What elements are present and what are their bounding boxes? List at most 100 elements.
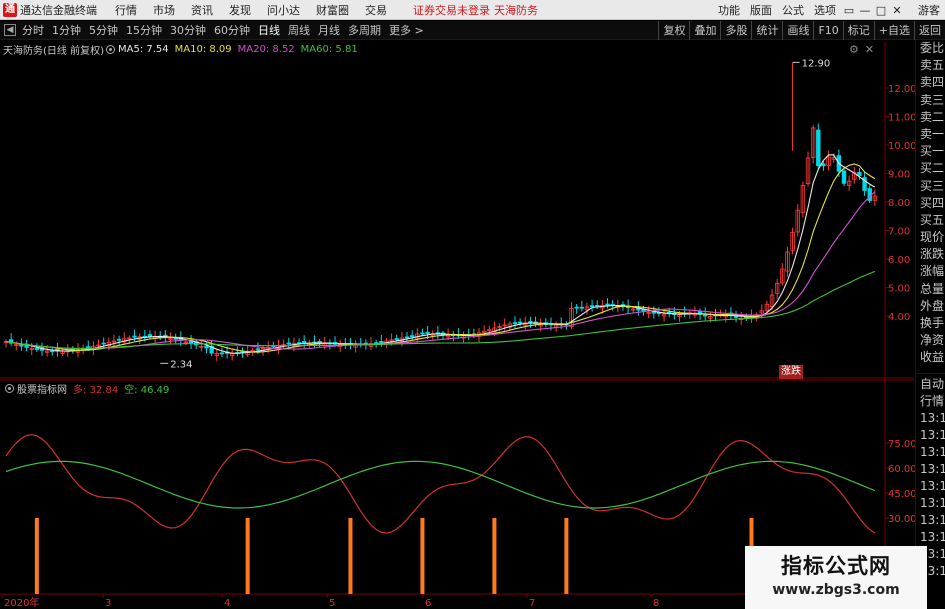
quote-label: 现价	[920, 230, 945, 245]
quote-side-panel: 委比 卖五 卖四 卖三 卖二 卖一 买一 买二 买三 买四 买五 现价 涨跌 涨幅 总量 外盘 换手 净资 收益 自…	[915, 40, 945, 609]
candle-body	[147, 334, 153, 337]
tick-time-label: 13:11	[920, 444, 945, 459]
quote-label: 卖四	[920, 75, 945, 90]
zhangdie-badge: 涨跌	[779, 365, 803, 379]
ma5-line	[5, 154, 876, 354]
date-axis-label: 3	[105, 598, 111, 609]
ma10-label: MA10: 8.09	[174, 43, 232, 55]
tick-time-label: 13:11	[920, 529, 945, 544]
candle-body	[219, 352, 225, 355]
candle-body	[857, 172, 862, 176]
quote-label: 净资	[920, 333, 945, 348]
candle-body	[867, 188, 872, 201]
indicator-axis-label: 75.00	[888, 439, 917, 450]
moving-average-lines	[5, 154, 876, 354]
watermark-title: 指标公式网	[781, 554, 891, 578]
tick-time-label: 13:11	[920, 512, 945, 527]
quote-label: 买二	[920, 161, 945, 176]
indicator-settings-icon[interactable]	[5, 383, 14, 393]
quote-label: 卖一	[920, 126, 945, 141]
low-price-label: 2.34	[170, 359, 192, 370]
signal-bars	[34, 518, 754, 594]
price-axis-label: 9.00	[888, 170, 910, 181]
price-axis-label: 12.00	[888, 84, 917, 95]
buy-signal-bar	[34, 518, 39, 594]
candle-body	[394, 338, 399, 341]
bear-line	[5, 460, 876, 509]
close-panel-icon[interactable]: ✕	[865, 43, 874, 56]
candle-body	[286, 342, 291, 345]
quote-labels-top: 委比 卖五 卖四 卖三 卖二 卖一 买一 买二 买三 买四 买五 现价 涨跌 涨幅 总量 外盘 换手 净资 收益	[916, 40, 945, 367]
tick-time-label: 行情	[920, 393, 945, 408]
candle-body	[301, 341, 307, 344]
indicator-axis-label: 30.00	[888, 514, 917, 525]
candle-body	[579, 306, 585, 309]
peak-price-label: 12.90	[802, 58, 831, 69]
buy-signal-bar	[348, 518, 353, 594]
buy-signal-bar	[420, 518, 425, 594]
tick-time-label: 自动	[920, 376, 945, 391]
quote-label: 买四	[920, 195, 945, 210]
candle-body	[409, 335, 415, 338]
price-axis-label: 11.00	[888, 113, 917, 124]
date-axis-label: 7	[529, 598, 535, 609]
tick-time-label: 13:11	[920, 478, 945, 493]
buy-signal-bar	[245, 518, 250, 594]
candle-body	[816, 129, 821, 167]
candle-body	[34, 348, 40, 350]
trading-terminal: { "app": {"title": "通达信金融终端", "logo_glyp…	[0, 0, 945, 609]
quote-label: 买五	[920, 212, 945, 227]
indicator-axis-label: 45.00	[888, 489, 917, 500]
candle-body	[19, 344, 24, 347]
date-axis-label: 6	[425, 598, 431, 609]
price-axis-label: 10.00	[888, 141, 917, 152]
indicator-bull-label: 多: 32.84	[73, 384, 119, 396]
quote-label: 总量	[920, 281, 945, 296]
quote-label: 委比	[920, 41, 945, 55]
candle-body	[255, 348, 261, 351]
candle-body	[420, 332, 425, 335]
candle-body	[132, 335, 137, 338]
ma20-line	[5, 191, 876, 350]
candle-body	[425, 331, 430, 334]
candle-body	[595, 305, 600, 307]
quote-label: 涨幅	[920, 264, 945, 279]
date-axis-label: 5	[329, 598, 335, 609]
price-axis-label: 8.00	[888, 198, 910, 209]
indicator-axis-label: 60.00	[888, 464, 917, 475]
bull-line	[5, 434, 876, 534]
buy-signal-bar	[492, 518, 497, 594]
quote-label: 买一	[920, 144, 945, 159]
quote-label: 买三	[920, 178, 945, 193]
quote-label: 涨跌	[920, 247, 945, 262]
candle-body	[517, 321, 523, 324]
ma20-label: MA20: 8.52	[237, 43, 295, 55]
chart-grid	[0, 42, 914, 598]
candle-body	[101, 342, 106, 345]
candle-body	[116, 338, 122, 341]
quote-label: 换手	[920, 316, 945, 330]
quote-label: 外盘	[920, 298, 945, 313]
candle-body	[50, 350, 55, 353]
indicator-info-row: 股票指标网 多: 32.84 空: 46.49	[3, 381, 169, 396]
candle-body	[821, 163, 826, 167]
candle-body	[188, 341, 194, 344]
gear-icon[interactable]: ⚙	[849, 43, 859, 56]
stock-title: 天海防务(日线 前复权)	[3, 45, 104, 57]
date-axis-label: 4	[224, 598, 230, 609]
buy-signal-bar	[564, 518, 569, 594]
tick-time-label: 13:11	[920, 495, 945, 510]
price-axis-label: 7.00	[888, 227, 910, 238]
kline-chart[interactable]: 12.00 11.00 10.00 9.00 8.00 7.00 6.00 5.00 4.00 7…	[0, 0, 945, 609]
date-axis-label: 8	[653, 598, 659, 609]
quote-label: 卖三	[920, 92, 945, 107]
quote-label: 卖二	[920, 109, 945, 124]
ma60-label: MA60: 5.81	[300, 43, 358, 55]
price-axis-label: 6.00	[888, 255, 910, 266]
candle-body	[204, 345, 209, 349]
date-axis-label: 2020年	[4, 596, 39, 609]
tick-time-label: 13:11	[920, 461, 945, 476]
axis-labels: 12.00 11.00 10.00 9.00 8.00 7.00 6.00 5.00 4.00 7…	[4, 58, 917, 609]
watermark-badge: 指标公式网 www.zbgs3.com	[745, 546, 927, 609]
settings-circle-icon[interactable]	[105, 44, 115, 54]
